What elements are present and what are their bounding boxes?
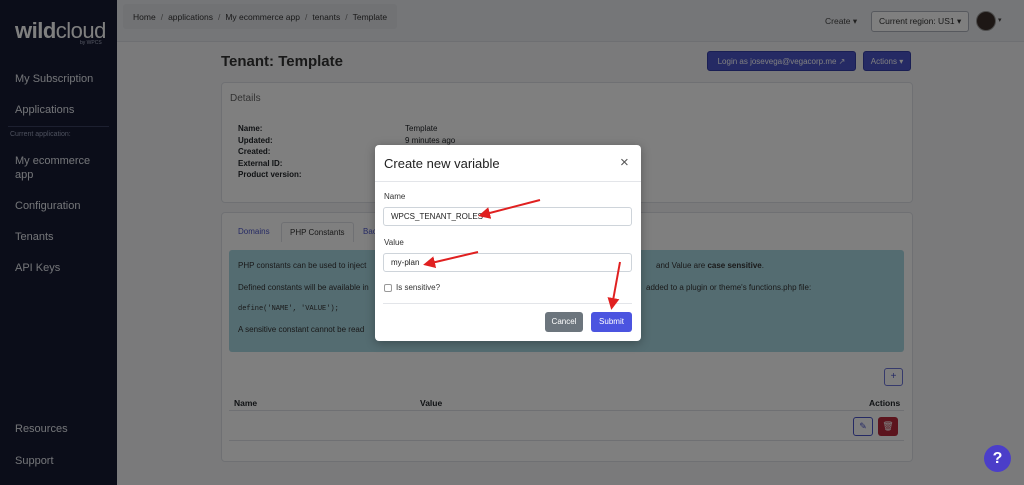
sensitive-checkbox[interactable]: [384, 284, 392, 292]
create-variable-modal: Create new variable × Name WPCS_TENANT_R…: [375, 145, 641, 341]
close-icon[interactable]: ×: [620, 154, 629, 171]
value-input[interactable]: my-plan: [383, 253, 632, 272]
modal-divider: [375, 181, 641, 182]
modal-divider: [383, 303, 632, 304]
name-label: Name: [384, 192, 406, 201]
sensitive-label[interactable]: Is sensitive?: [396, 283, 440, 292]
cancel-button[interactable]: Cancel: [545, 312, 583, 332]
help-icon[interactable]: ?: [984, 445, 1011, 472]
submit-button[interactable]: Submit: [591, 312, 632, 332]
value-label: Value: [384, 238, 404, 247]
name-input[interactable]: WPCS_TENANT_ROLES: [383, 207, 632, 226]
modal-title: Create new variable: [384, 156, 500, 171]
